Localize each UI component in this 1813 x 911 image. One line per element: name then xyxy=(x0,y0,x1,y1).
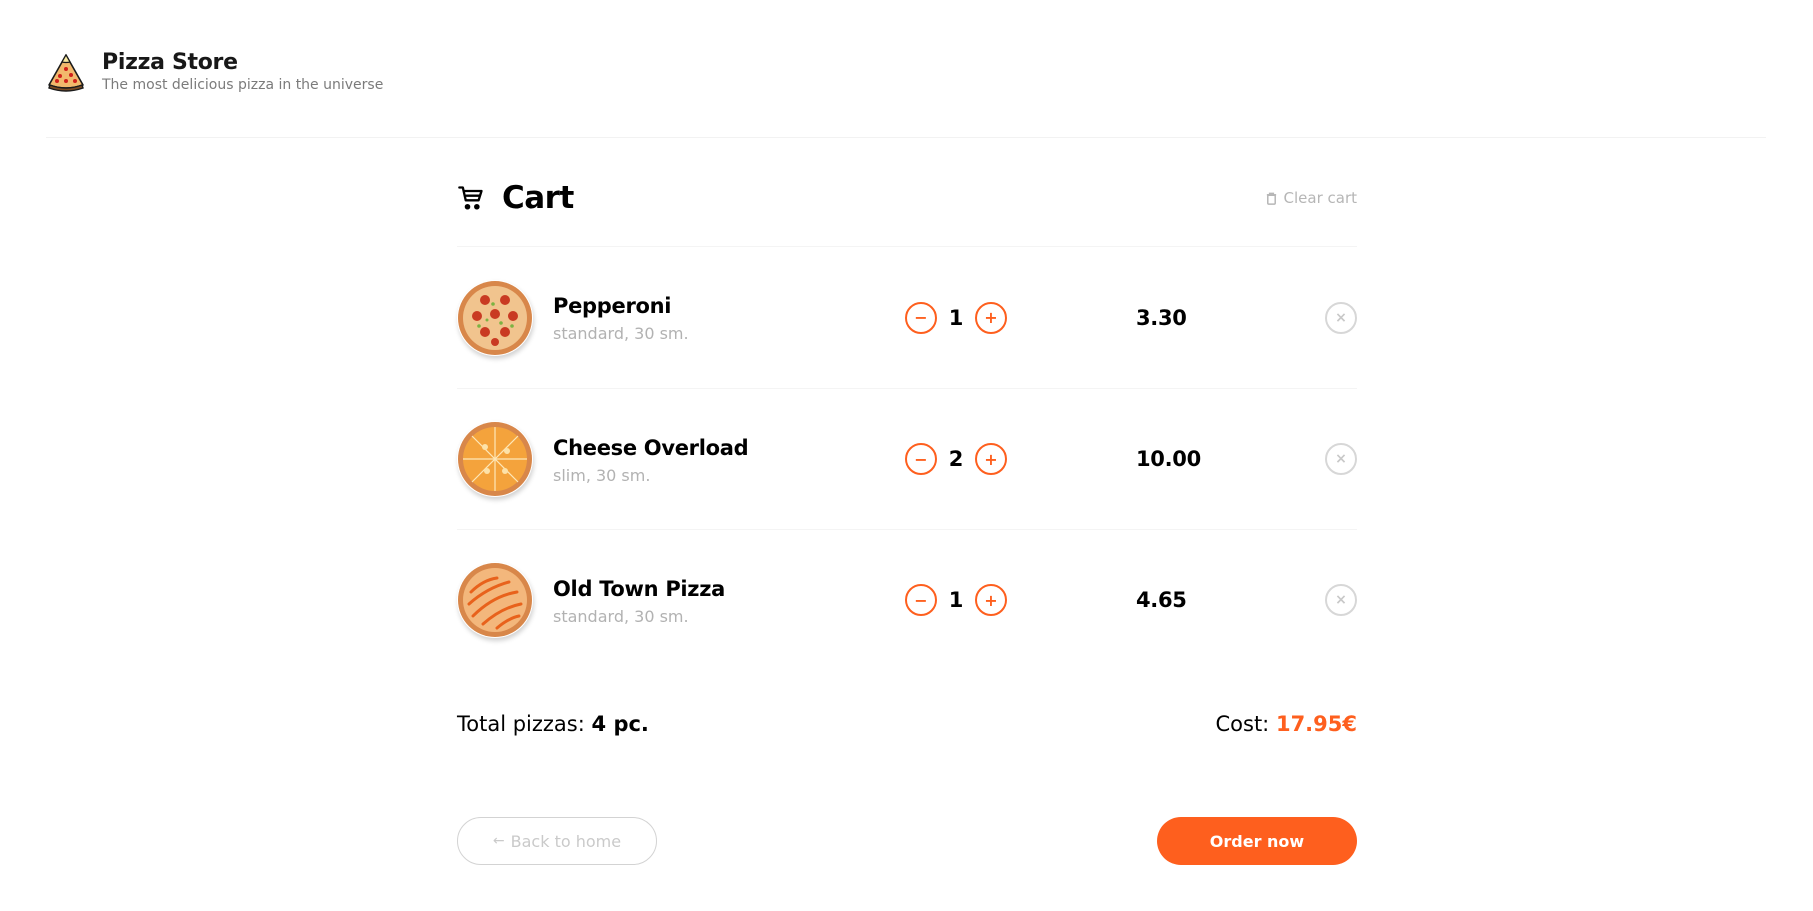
cart-top-bar: Cart Clear cart xyxy=(457,170,1357,226)
cost-label: Cost: xyxy=(1215,712,1270,736)
clear-cart-button[interactable]: Clear cart xyxy=(1265,189,1357,207)
increase-quantity-button[interactable]: + xyxy=(975,301,1007,334)
brand-title: Pizza Store xyxy=(102,50,238,75)
total-cost: Cost: 17.95€ xyxy=(1216,712,1358,736)
cart-summary: Total pizzas: 4 pc. Cost: 17.95€ xyxy=(457,712,1357,736)
back-to-home-button[interactable]: ← Back to home xyxy=(457,817,657,865)
header-divider xyxy=(46,137,1766,138)
site-header: Pizza Store The most delicious pizza in … xyxy=(46,50,383,94)
cart-icon xyxy=(458,186,483,210)
cart-item: Old Town Pizza standard, 30 sm. − 1 + 4.… xyxy=(457,529,1357,670)
decrease-quantity-button[interactable]: − xyxy=(905,443,937,475)
cart-item: Cheese Overload slim, 30 sm. − 2 + 10.00… xyxy=(457,388,1357,529)
cart-items: Pepperoni standard, 30 sm. − 1 + 3.30 × … xyxy=(457,247,1357,670)
quantity-stepper: − 1 + xyxy=(905,584,1007,616)
old-town-pizza-image xyxy=(458,563,532,637)
cheese-pizza-image xyxy=(458,422,532,496)
decrease-quantity-button[interactable]: − xyxy=(905,584,937,616)
cart-title: Cart xyxy=(502,180,574,216)
remove-item-button[interactable]: × xyxy=(1325,443,1357,475)
trash-icon xyxy=(1266,192,1276,205)
quantity-value: 1 xyxy=(948,305,964,330)
cost-value: 17.95€ xyxy=(1275,712,1357,736)
increase-quantity-button[interactable]: + xyxy=(975,443,1007,475)
item-price: 10.00 xyxy=(1136,447,1201,471)
order-now-label: Order now xyxy=(1209,831,1305,851)
remove-item-button[interactable]: × xyxy=(1325,584,1357,616)
cart-item: Pepperoni standard, 30 sm. − 1 + 3.30 × xyxy=(457,247,1357,388)
decrease-quantity-button[interactable]: − xyxy=(905,301,937,334)
increase-quantity-button[interactable]: + xyxy=(975,584,1007,616)
pepperoni-pizza-image xyxy=(458,280,532,355)
brand-subtitle: The most delicious pizza in the universe xyxy=(102,77,384,93)
item-description: standard, 30 sm. xyxy=(553,324,689,343)
item-name: Old Town Pizza xyxy=(553,576,726,601)
cart-heading: Cart xyxy=(457,180,574,216)
item-description: slim, 30 sm. xyxy=(553,465,651,485)
item-price: 3.30 xyxy=(1136,305,1187,330)
clear-cart-label: Clear cart xyxy=(1283,189,1357,207)
item-price: 4.65 xyxy=(1136,588,1187,612)
cart-actions: ← Back to home Order now xyxy=(457,817,1357,865)
total-pizzas-value: 4 pc. xyxy=(591,712,649,736)
total-pizzas: Total pizzas: 4 pc. xyxy=(457,712,649,736)
order-now-button[interactable]: Order now xyxy=(1157,817,1357,865)
item-name: Cheese Overload xyxy=(553,435,749,460)
quantity-stepper: − 1 + xyxy=(905,301,1007,334)
item-description: standard, 30 sm. xyxy=(553,606,689,626)
quantity-value: 2 xyxy=(948,447,964,471)
arrow-left-icon: ← xyxy=(492,833,505,849)
pizza-logo-icon[interactable] xyxy=(46,52,86,92)
quantity-value: 1 xyxy=(948,588,964,612)
item-name: Pepperoni xyxy=(553,294,672,318)
quantity-stepper: − 2 + xyxy=(905,443,1007,475)
remove-item-button[interactable]: × xyxy=(1325,301,1357,334)
total-pizzas-label: Total pizzas: xyxy=(457,712,585,736)
back-to-home-label: Back to home xyxy=(510,831,622,851)
cart-section: Cart Clear cart Pepperoni standard, 30 s… xyxy=(457,170,1357,670)
